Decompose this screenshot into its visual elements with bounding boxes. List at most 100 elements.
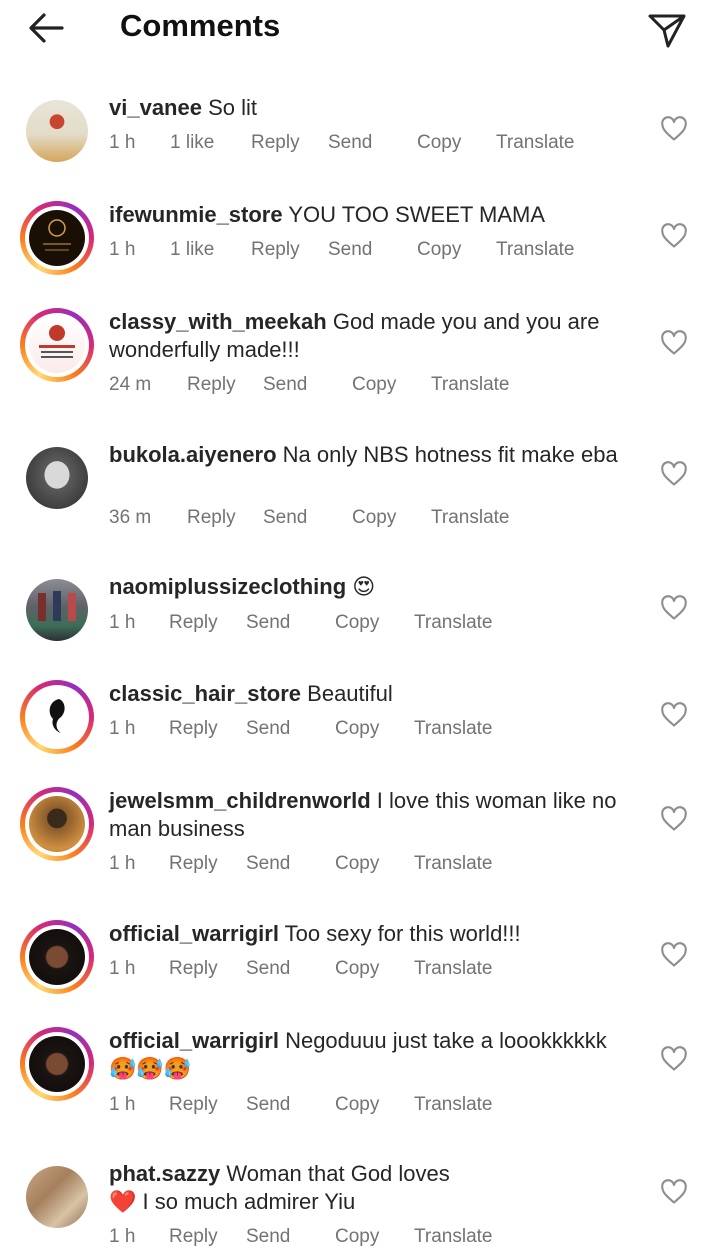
translate-button[interactable]: Translate [496,239,575,261]
comment-text: YOU TOO SWEET MAMA [288,202,546,227]
reply-button[interactable]: Reply [251,239,300,261]
like-button[interactable] [660,702,688,728]
translate-button[interactable]: Translate [431,374,510,396]
copy-button[interactable]: Copy [335,612,379,634]
avatar[interactable] [20,1027,94,1101]
translate-button[interactable]: Translate [496,132,575,154]
arrow-left-icon [29,13,64,43]
comment-username[interactable]: vi_vanee [109,95,202,120]
comment-time: 1 h [109,1226,136,1247]
avatar[interactable] [20,308,94,382]
comment-username[interactable]: classy_with_meekah [109,309,327,334]
avatar[interactable] [20,920,94,994]
like-button[interactable] [660,461,688,487]
back-button[interactable] [24,8,68,48]
comment-username[interactable]: bukola.aiyenero [109,442,277,467]
comment-time: 1 h [109,239,136,260]
page-title: Comments [120,8,281,43]
heart-icon [661,702,687,727]
comment-username[interactable]: jewelsmm_childrenworld [109,788,371,813]
copy-button[interactable]: Copy [335,958,379,980]
like-button[interactable] [660,595,688,621]
comment-text: Too sexy for this world!!! [284,921,521,946]
avatar[interactable] [20,201,94,275]
send-button[interactable]: Send [328,239,372,261]
comment-time: 1 h [109,958,136,979]
send-button[interactable]: Send [246,612,290,634]
comment-username[interactable]: ifewunmie_store [109,202,283,227]
reply-button[interactable]: Reply [169,718,218,740]
reply-button[interactable]: Reply [169,1226,218,1248]
copy-button[interactable]: Copy [335,1094,379,1116]
comment-username[interactable]: official_warrigirl [109,1028,279,1053]
heart-icon [661,595,687,620]
like-button[interactable] [660,942,688,968]
translate-button[interactable]: Translate [414,958,493,980]
like-button[interactable] [660,806,688,832]
copy-button[interactable]: Copy [335,853,379,875]
likes-count[interactable]: 1 like [170,239,214,261]
reply-button[interactable]: Reply [169,612,218,634]
copy-button[interactable]: Copy [417,239,461,261]
comment-username[interactable]: phat.sazzy [109,1161,220,1186]
like-button[interactable] [660,116,688,142]
reply-button[interactable]: Reply [169,1094,218,1116]
copy-button[interactable]: Copy [335,1226,379,1248]
like-button[interactable] [660,223,688,249]
comment-time: 1 h [109,853,136,874]
comment-username[interactable]: classic_hair_store [109,681,301,706]
reply-button[interactable]: Reply [251,132,300,154]
heart-icon [661,1179,687,1204]
send-button[interactable]: Send [246,958,290,980]
comment-text: Na only NBS hotness fit make eba [282,442,618,467]
comment-text-line2: ❤️ I so much admirer Yiu [109,1189,356,1214]
send-button[interactable]: Send [328,132,372,154]
comment-text: Beautiful [307,681,393,706]
heart-icon [661,223,687,248]
heart-icon [661,116,687,141]
heart-icon [661,942,687,967]
avatar[interactable] [20,787,94,861]
copy-button[interactable]: Copy [352,507,396,529]
reply-button[interactable]: Reply [169,958,218,980]
comment-text-line2: 🥵🥵🥵 [109,1057,192,1082]
reply-button[interactable]: Reply [169,853,218,875]
avatar[interactable] [20,573,94,647]
send-button[interactable]: Send [246,1226,290,1248]
like-button[interactable] [660,1179,688,1205]
translate-button[interactable]: Translate [431,507,510,529]
reply-button[interactable]: Reply [187,374,236,396]
send-button[interactable]: Send [263,374,307,396]
translate-button[interactable]: Translate [414,853,493,875]
reply-button[interactable]: Reply [187,507,236,529]
avatar[interactable] [20,1160,94,1234]
send-button[interactable]: Send [246,718,290,740]
like-button[interactable] [660,1046,688,1072]
comment-username[interactable]: naomiplussizeclothing [109,574,346,599]
paper-plane-icon [648,14,686,48]
avatar[interactable] [20,680,94,754]
comment-time: 1 h [109,132,136,153]
share-button[interactable] [644,6,688,50]
comment-text: 😍 [352,575,376,600]
top-bar: Comments [0,0,720,56]
translate-button[interactable]: Translate [414,1226,493,1248]
comment-username[interactable]: official_warrigirl [109,921,279,946]
like-button[interactable] [660,330,688,356]
copy-button[interactable]: Copy [352,374,396,396]
translate-button[interactable]: Translate [414,718,493,740]
comment-time: 1 h [109,612,136,633]
heart-icon [661,330,687,355]
heart-icon [661,1046,687,1071]
avatar[interactable] [20,94,94,168]
avatar[interactable] [20,441,94,515]
copy-button[interactable]: Copy [335,718,379,740]
send-button[interactable]: Send [246,853,290,875]
translate-button[interactable]: Translate [414,1094,493,1116]
likes-count[interactable]: 1 like [170,132,214,154]
comment-time: 36 m [109,507,152,528]
translate-button[interactable]: Translate [414,612,493,634]
copy-button[interactable]: Copy [417,132,461,154]
send-button[interactable]: Send [246,1094,290,1116]
send-button[interactable]: Send [263,507,307,529]
